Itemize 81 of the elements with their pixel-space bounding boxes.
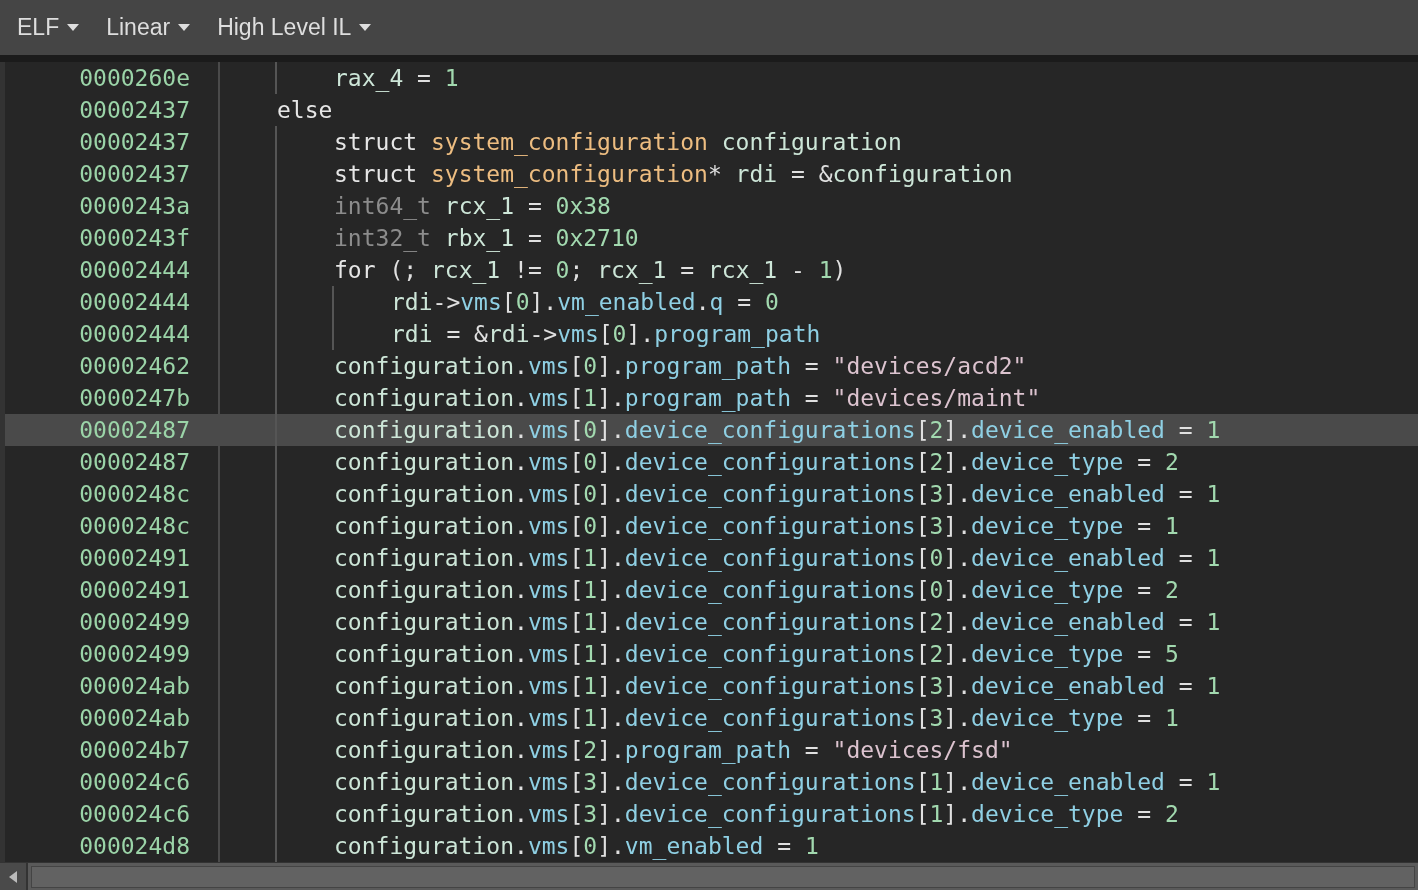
code-line: rax_4 = 1 bbox=[333, 65, 459, 91]
code-row[interactable]: 00002499 configuration.vms[1].device_configurations[2].device_enabled = 1 bbox=[5, 606, 1418, 638]
code-row[interactable]: 000024ab configuration.vms[1].device_configurations[3].device_type = 1 bbox=[5, 702, 1418, 734]
address-text: 00002487 bbox=[5, 414, 220, 446]
code-line: configuration.vms[1].device_configurations[0].device_enabled = 1 bbox=[333, 545, 1221, 571]
code-row[interactable]: 000024c6 configuration.vms[3].device_configurations[1].device_type = 2 bbox=[5, 798, 1418, 830]
code-row[interactable]: 00002444 rdi->vms[0].vm_enabled.q = 0 bbox=[5, 286, 1418, 318]
code-line: struct system_configuration* rdi = &configuration bbox=[333, 161, 1013, 187]
code-line: configuration.vms[0].vm_enabled = 1 bbox=[333, 833, 819, 859]
code-row[interactable]: 0000260e rax_4 = 1 bbox=[5, 62, 1418, 94]
code-line: configuration.vms[1].device_configurations[2].device_enabled = 1 bbox=[333, 609, 1221, 635]
address-text: 00002437 bbox=[5, 158, 220, 190]
view-dropdown[interactable]: ELF bbox=[17, 14, 80, 41]
view-dropdown[interactable]: Linear bbox=[106, 14, 191, 41]
code-line: configuration.vms[3].device_configurations[1].device_enabled = 1 bbox=[333, 769, 1221, 795]
code-row[interactable]: 00002462 configuration.vms[0].program_path = "devices/acd2" bbox=[5, 350, 1418, 382]
caret-icon bbox=[178, 24, 191, 31]
address-text: 00002444 bbox=[5, 254, 220, 286]
code-line: configuration.vms[0].device_configurations[3].device_type = 1 bbox=[333, 513, 1179, 539]
scroll-left-button[interactable] bbox=[0, 863, 28, 890]
code-row[interactable]: 00002437 struct system_configuration* rdi = &configuration bbox=[5, 158, 1418, 190]
code-row[interactable]: 00002444 rdi = &rdi->vms[0].program_path bbox=[5, 318, 1418, 350]
code-line: configuration.vms[1].device_configurations[2].device_type = 5 bbox=[333, 641, 1179, 667]
address-text: 00002462 bbox=[5, 350, 220, 382]
address-text: 000024ab bbox=[5, 670, 220, 702]
code-row[interactable]: 00002444 for (; rcx_1 != 0; rcx_1 = rcx_1 - 1) bbox=[5, 254, 1418, 286]
code-row[interactable]: 000024b7 configuration.vms[2].program_path = "devices/fsd" bbox=[5, 734, 1418, 766]
code-line: int32_t rbx_1 = 0x2710 bbox=[333, 225, 639, 251]
address-text: 00002444 bbox=[5, 286, 220, 318]
code-row[interactable]: 00002491 configuration.vms[1].device_configurations[0].device_enabled = 1 bbox=[5, 542, 1418, 574]
code-line: configuration.vms[1].device_configurations[3].device_type = 1 bbox=[333, 705, 1179, 731]
code-row[interactable]: 0000248c configuration.vms[0].device_configurations[3].device_enabled = 1 bbox=[5, 478, 1418, 510]
address-text: 0000260e bbox=[5, 62, 220, 94]
code-line: else bbox=[276, 97, 333, 123]
code-line: configuration.vms[0].device_configurations[2].device_type = 2 bbox=[333, 449, 1179, 475]
code-line: configuration.vms[1].device_configurations[0].device_type = 2 bbox=[333, 577, 1179, 603]
address-text: 00002499 bbox=[5, 638, 220, 670]
code-row[interactable]: 00002487 configuration.vms[0].device_configurations[2].device_type = 2 bbox=[5, 446, 1418, 478]
code-row[interactable]: 00002491 configuration.vms[1].device_configurations[0].device_type = 2 bbox=[5, 574, 1418, 606]
address-text: 0000248c bbox=[5, 510, 220, 542]
address-text: 00002444 bbox=[5, 318, 220, 350]
view-dropdown[interactable]: High Level IL bbox=[217, 14, 372, 41]
address-text: 0000243a bbox=[5, 190, 220, 222]
code-row[interactable]: 00002499 configuration.vms[1].device_configurations[2].device_type = 5 bbox=[5, 638, 1418, 670]
address-text: 000024ab bbox=[5, 702, 220, 734]
code-row[interactable]: 00002487 configuration.vms[0].device_configurations[2].device_enabled = 1 bbox=[5, 414, 1418, 446]
code-row[interactable]: 0000248c configuration.vms[0].device_configurations[3].device_type = 1 bbox=[5, 510, 1418, 542]
code-line: rdi = &rdi->vms[0].program_path bbox=[390, 321, 821, 347]
code-line: configuration.vms[2].program_path = "devices/fsd" bbox=[333, 737, 1013, 763]
address-text: 000024c6 bbox=[5, 798, 220, 830]
code-line: int64_t rcx_1 = 0x38 bbox=[333, 193, 611, 219]
address-text: 00002491 bbox=[5, 574, 220, 606]
code-line: configuration.vms[0].device_configurations[3].device_enabled = 1 bbox=[333, 481, 1221, 507]
address-text: 00002491 bbox=[5, 542, 220, 574]
code-line: rdi->vms[0].vm_enabled.q = 0 bbox=[390, 289, 779, 315]
address-text: 00002437 bbox=[5, 126, 220, 158]
code-line: configuration.vms[0].program_path = "devices/acd2" bbox=[333, 353, 1027, 379]
address-text: 00002499 bbox=[5, 606, 220, 638]
address-text: 00002437 bbox=[5, 94, 220, 126]
left-arrow-icon bbox=[9, 871, 17, 883]
code-line: configuration.vms[1].program_path = "devices/maint" bbox=[333, 385, 1041, 411]
address-text: 000024c6 bbox=[5, 766, 220, 798]
code-line: configuration.vms[3].device_configurations[1].device_type = 2 bbox=[333, 801, 1179, 827]
code-row[interactable]: 000024ab configuration.vms[1].device_configurations[3].device_enabled = 1 bbox=[5, 670, 1418, 702]
caret-icon bbox=[359, 24, 372, 31]
code-row[interactable]: 0000243f int32_t rbx_1 = 0x2710 bbox=[5, 222, 1418, 254]
caret-icon bbox=[67, 24, 80, 31]
code-row[interactable]: 0000243a int64_t rcx_1 = 0x38 bbox=[5, 190, 1418, 222]
code-line: struct system_configuration configuration bbox=[333, 129, 902, 155]
address-text: 000024b7 bbox=[5, 734, 220, 766]
address-text: 00002487 bbox=[5, 446, 220, 478]
code-row[interactable]: 00002437 struct system_configuration configuration bbox=[5, 126, 1418, 158]
address-text: 0000243f bbox=[5, 222, 220, 254]
address-text: 0000248c bbox=[5, 478, 220, 510]
code-line: configuration.vms[0].device_configurations[2].device_enabled = 1 bbox=[333, 417, 1221, 443]
scrollbar-thumb[interactable] bbox=[31, 866, 1415, 888]
code-line: for (; rcx_1 != 0; rcx_1 = rcx_1 - 1) bbox=[333, 257, 847, 283]
horizontal-scrollbar[interactable] bbox=[0, 862, 1418, 890]
code-row[interactable]: 000024c6 configuration.vms[3].device_configurations[1].device_enabled = 1 bbox=[5, 766, 1418, 798]
code-row[interactable]: 00002437 else bbox=[5, 94, 1418, 126]
code-line: configuration.vms[1].device_configurations[3].device_enabled = 1 bbox=[333, 673, 1221, 699]
